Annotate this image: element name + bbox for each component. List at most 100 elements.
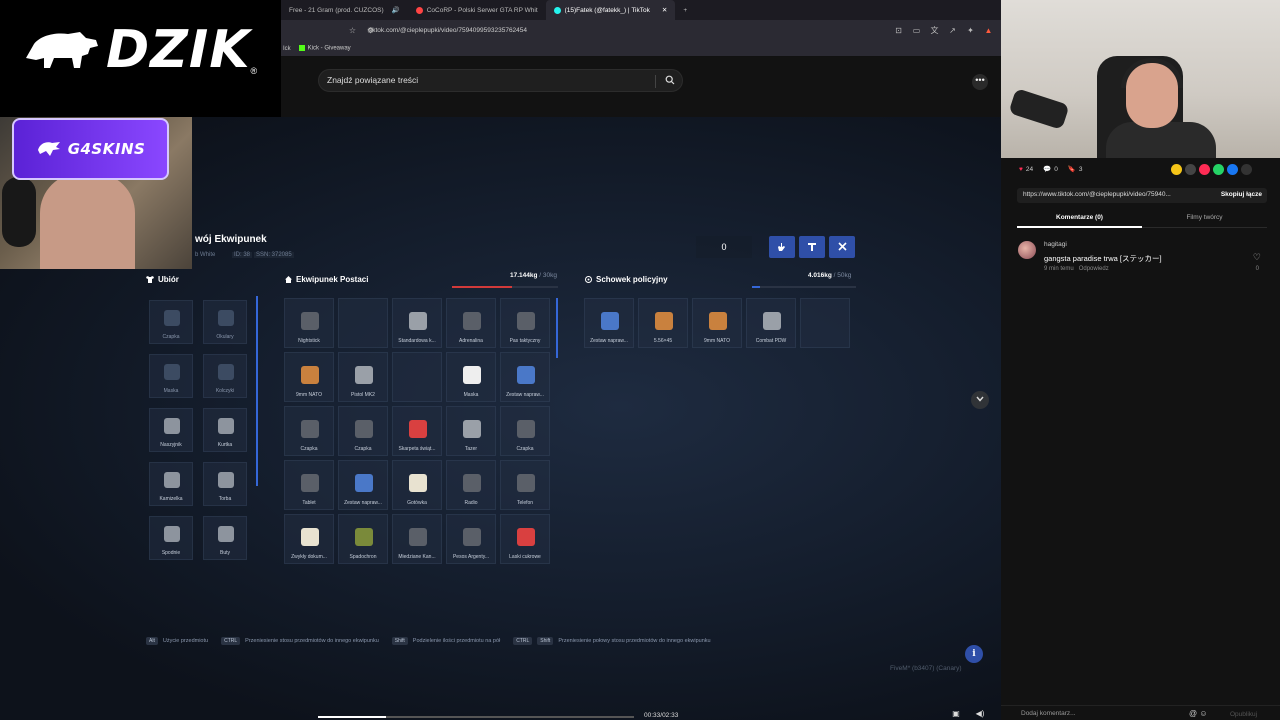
tab-creator-videos[interactable]: Filmy twórcy bbox=[1142, 214, 1267, 221]
inventory-slot[interactable]: Skarpeta świąt... bbox=[392, 406, 442, 456]
inventory-slot[interactable]: Gotówka bbox=[392, 460, 442, 510]
inventory-slot[interactable]: Adrenalina bbox=[446, 298, 496, 348]
embed-icon[interactable] bbox=[1185, 164, 1196, 175]
police-slot[interactable]: 9mm NATO bbox=[692, 298, 742, 348]
tab-comments[interactable]: Komentarze (0) bbox=[1017, 214, 1142, 221]
clothing-slot[interactable]: Kamizelka bbox=[149, 462, 193, 506]
lion-icon bbox=[37, 142, 60, 156]
url-field[interactable]: tiktok.com/@cieplepupki/video/7594099593… bbox=[369, 27, 893, 34]
save-button[interactable]: 🔖 3 bbox=[1068, 165, 1083, 174]
police-slot[interactable] bbox=[800, 298, 850, 348]
clothing-slot[interactable]: Czapka bbox=[149, 300, 193, 344]
new-tab-button[interactable]: + bbox=[675, 0, 695, 20]
avatar[interactable] bbox=[1018, 241, 1036, 259]
clothing-slot[interactable]: Buty bbox=[203, 516, 247, 560]
reply-link[interactable]: Odpowiedz bbox=[1079, 266, 1109, 272]
tab-music[interactable]: Free - 21 Gram (prod. CUZCOS) 🔊 bbox=[281, 0, 408, 20]
brave-icon[interactable]: ▲ bbox=[983, 26, 994, 35]
comment-button[interactable]: 💬 0 bbox=[1043, 165, 1058, 174]
inventory-slot[interactable]: Pas taktyczny bbox=[500, 298, 550, 348]
send-icon[interactable] bbox=[1199, 164, 1210, 175]
use-button[interactable] bbox=[769, 236, 795, 258]
post-button[interactable]: Opublikuj bbox=[1230, 711, 1257, 718]
comment-user[interactable]: hagitagi bbox=[1044, 241, 1067, 248]
pip-icon[interactable]: ▣ bbox=[948, 709, 964, 720]
inventory-slot[interactable]: Miedziane Kan... bbox=[392, 514, 442, 564]
clothing-slot[interactable]: Maska bbox=[149, 354, 193, 398]
inventory-slot[interactable]: Zestaw napraw... bbox=[338, 460, 388, 510]
clothing-scrollbar[interactable] bbox=[256, 296, 258, 486]
police-slot[interactable]: 5.56×45 bbox=[638, 298, 688, 348]
close-inventory-button[interactable] bbox=[829, 236, 855, 258]
tab-cocorp[interactable]: CoCoRP - Polski Serwer GTA RP Whit bbox=[408, 0, 546, 20]
inventory-slot[interactable]: Czapka bbox=[284, 406, 334, 456]
item-icon bbox=[517, 420, 535, 438]
comment-input[interactable]: Dodaj komentarz... bbox=[1021, 710, 1076, 717]
heart-icon: ♥ bbox=[1019, 165, 1023, 173]
inventory-slot[interactable]: Czapka bbox=[338, 406, 388, 456]
inventory-slot[interactable]: Maska bbox=[446, 352, 496, 402]
police-slot[interactable]: Zestaw napraw... bbox=[584, 298, 634, 348]
bookmarks-bar: Ick Kick - Giveaway bbox=[281, 41, 1001, 57]
comment-like-icon[interactable]: ♡ bbox=[1253, 252, 1261, 263]
mention-emoji-icons[interactable]: @ ☺ bbox=[1189, 709, 1208, 718]
clothing-slot[interactable]: Okulary bbox=[203, 300, 247, 344]
inventory-slot[interactable]: Telefon bbox=[500, 460, 550, 510]
amount-input[interactable]: 0 bbox=[696, 236, 752, 258]
inventory-slot[interactable]: Tazer bbox=[446, 406, 496, 456]
whatsapp-icon[interactable] bbox=[1213, 164, 1224, 175]
inventory-slot[interactable]: Standardowa k... bbox=[392, 298, 442, 348]
emoji-share-icon[interactable] bbox=[1171, 164, 1182, 175]
volume-icon[interactable]: ◀) bbox=[972, 709, 988, 720]
clothing-item-icon bbox=[164, 418, 180, 434]
item-icon bbox=[355, 420, 373, 438]
inventory-slot[interactable]: Laski cukrowe bbox=[500, 514, 550, 564]
clothing-slot[interactable]: Torba bbox=[203, 462, 247, 506]
inventory-slot[interactable] bbox=[392, 352, 442, 402]
give-button[interactable] bbox=[799, 236, 825, 258]
screen-icon[interactable]: ▭ bbox=[911, 26, 922, 35]
police-slot[interactable]: Combat PDW bbox=[746, 298, 796, 348]
clothing-slot[interactable]: Kurtka bbox=[203, 408, 247, 452]
hint-use: Użycie przedmiotu bbox=[162, 638, 209, 644]
tiktok-header: Znajdź powiązane treści ••• bbox=[281, 57, 1001, 117]
share-icon[interactable]: ↗ bbox=[947, 26, 958, 35]
copy-link-button[interactable]: Skopiuj łącze bbox=[1221, 191, 1262, 198]
video-actions: ♥ 24 💬 0 🔖 3 bbox=[1019, 165, 1083, 174]
inventory-slot[interactable]: Radio bbox=[446, 460, 496, 510]
video-progress[interactable] bbox=[318, 716, 634, 718]
video-link[interactable]: https://www.tiktok.com/@cieplepupki/vide… bbox=[1023, 191, 1171, 198]
search-icon[interactable] bbox=[665, 75, 675, 85]
search-input[interactable]: Znajdź powiązane treści bbox=[318, 69, 683, 92]
tab-tiktok[interactable]: (15)Fatek (@fatekk_) | TikTok ✕ bbox=[545, 0, 676, 20]
info-button[interactable]: i bbox=[965, 645, 983, 663]
inventory-slot[interactable]: Zestaw napraw... bbox=[500, 352, 550, 402]
character-scrollbar[interactable] bbox=[556, 298, 558, 358]
bookmark-partial[interactable]: Ick bbox=[283, 46, 291, 52]
like-button[interactable]: ♥ 24 bbox=[1019, 166, 1033, 173]
clothing-slot[interactable]: Naszyjnik bbox=[149, 408, 193, 452]
inventory-slot[interactable]: Tablet bbox=[284, 460, 334, 510]
inventory-slot[interactable]: Pistol MK2 bbox=[338, 352, 388, 402]
comment-item: hagitagi gangsta paradise trwa [ステッカー] 9… bbox=[1017, 240, 1267, 280]
inventory-slot[interactable]: Nightstick bbox=[284, 298, 334, 348]
inventory-slot[interactable]: Spadochron bbox=[338, 514, 388, 564]
clothing-slot[interactable]: Kolczyki bbox=[203, 354, 247, 398]
extension-icon[interactable]: ✦ bbox=[965, 26, 976, 35]
hand-icon bbox=[778, 243, 785, 251]
facebook-icon[interactable] bbox=[1227, 164, 1238, 175]
bookmark-star-icon[interactable]: ☆ bbox=[347, 26, 358, 35]
clothing-slot[interactable]: Spodnie bbox=[149, 516, 193, 560]
bookmark-kick[interactable]: Kick - Giveaway bbox=[298, 45, 351, 52]
inventory-slot[interactable]: Czapka bbox=[500, 406, 550, 456]
next-video-button[interactable] bbox=[971, 391, 989, 409]
inventory-slot[interactable]: Pesos Argenty... bbox=[446, 514, 496, 564]
inventory-slot[interactable] bbox=[338, 298, 388, 348]
translate-icon[interactable]: 文 bbox=[929, 26, 940, 35]
share-more-icon[interactable] bbox=[1241, 164, 1252, 175]
reader-icon[interactable]: ⊡ bbox=[893, 26, 904, 35]
site-info-icon[interactable]: ⚙ bbox=[365, 26, 376, 35]
more-options-button[interactable]: ••• bbox=[972, 74, 988, 90]
inventory-slot[interactable]: Zwykły dokum... bbox=[284, 514, 334, 564]
inventory-slot[interactable]: 9mm NATO bbox=[284, 352, 334, 402]
